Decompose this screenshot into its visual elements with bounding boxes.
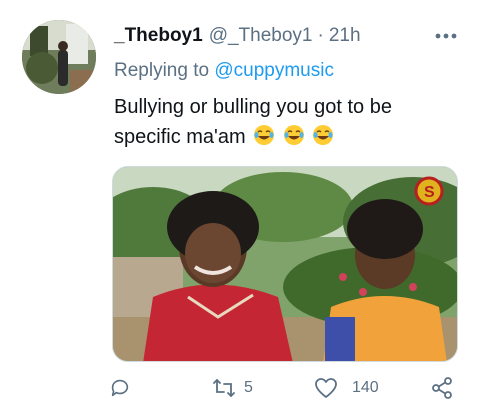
more-icon[interactable]	[432, 22, 460, 50]
like-action[interactable]: 140	[310, 372, 379, 404]
share-icon[interactable]	[426, 372, 458, 404]
replying-to-handle[interactable]: @cuppymusic	[214, 60, 334, 81]
reply-icon[interactable]	[104, 372, 136, 404]
avatar[interactable]	[22, 20, 96, 94]
display-name[interactable]: _Theboy1	[114, 25, 203, 47]
media-watermark: S	[424, 184, 435, 201]
tweet-text-line-1: Bullying or bulling you got to be	[114, 96, 392, 118]
tweet-text-line-2-wrap: specific ma'am	[114, 122, 454, 152]
separator-dot: ·	[317, 25, 324, 46]
tweet-text-line-2: specific ma'am	[114, 126, 246, 148]
tweet-media[interactable]: S	[112, 166, 458, 362]
like-icon[interactable]	[310, 372, 342, 404]
user-handle[interactable]: @_Theboy1	[209, 25, 313, 47]
retweet-icon[interactable]	[208, 372, 240, 404]
tweet-header: _Theboy1 @_Theboy1 · 21h	[114, 22, 460, 50]
like-count: 140	[352, 379, 379, 396]
timestamp[interactable]: 21h	[329, 25, 361, 47]
replying-to-label: Replying to	[114, 60, 210, 81]
tweet-actions: 5 140	[104, 372, 464, 404]
retweet-action[interactable]: 5	[208, 372, 253, 404]
replying-to: Replying to @cuppymusic	[114, 60, 334, 82]
tweet[interactable]: _Theboy1 @_Theboy1 · 21h Replying to @cu…	[0, 0, 480, 408]
reply-action[interactable]	[104, 372, 140, 404]
laughing-emoji-icon	[283, 125, 304, 145]
retweet-count: 5	[244, 379, 253, 396]
share-action[interactable]	[426, 372, 462, 404]
tweet-text: Bullying or bulling you got to be specif…	[114, 92, 454, 152]
laughing-emoji-icon	[313, 125, 334, 145]
laughing-emoji-icon	[254, 125, 275, 145]
